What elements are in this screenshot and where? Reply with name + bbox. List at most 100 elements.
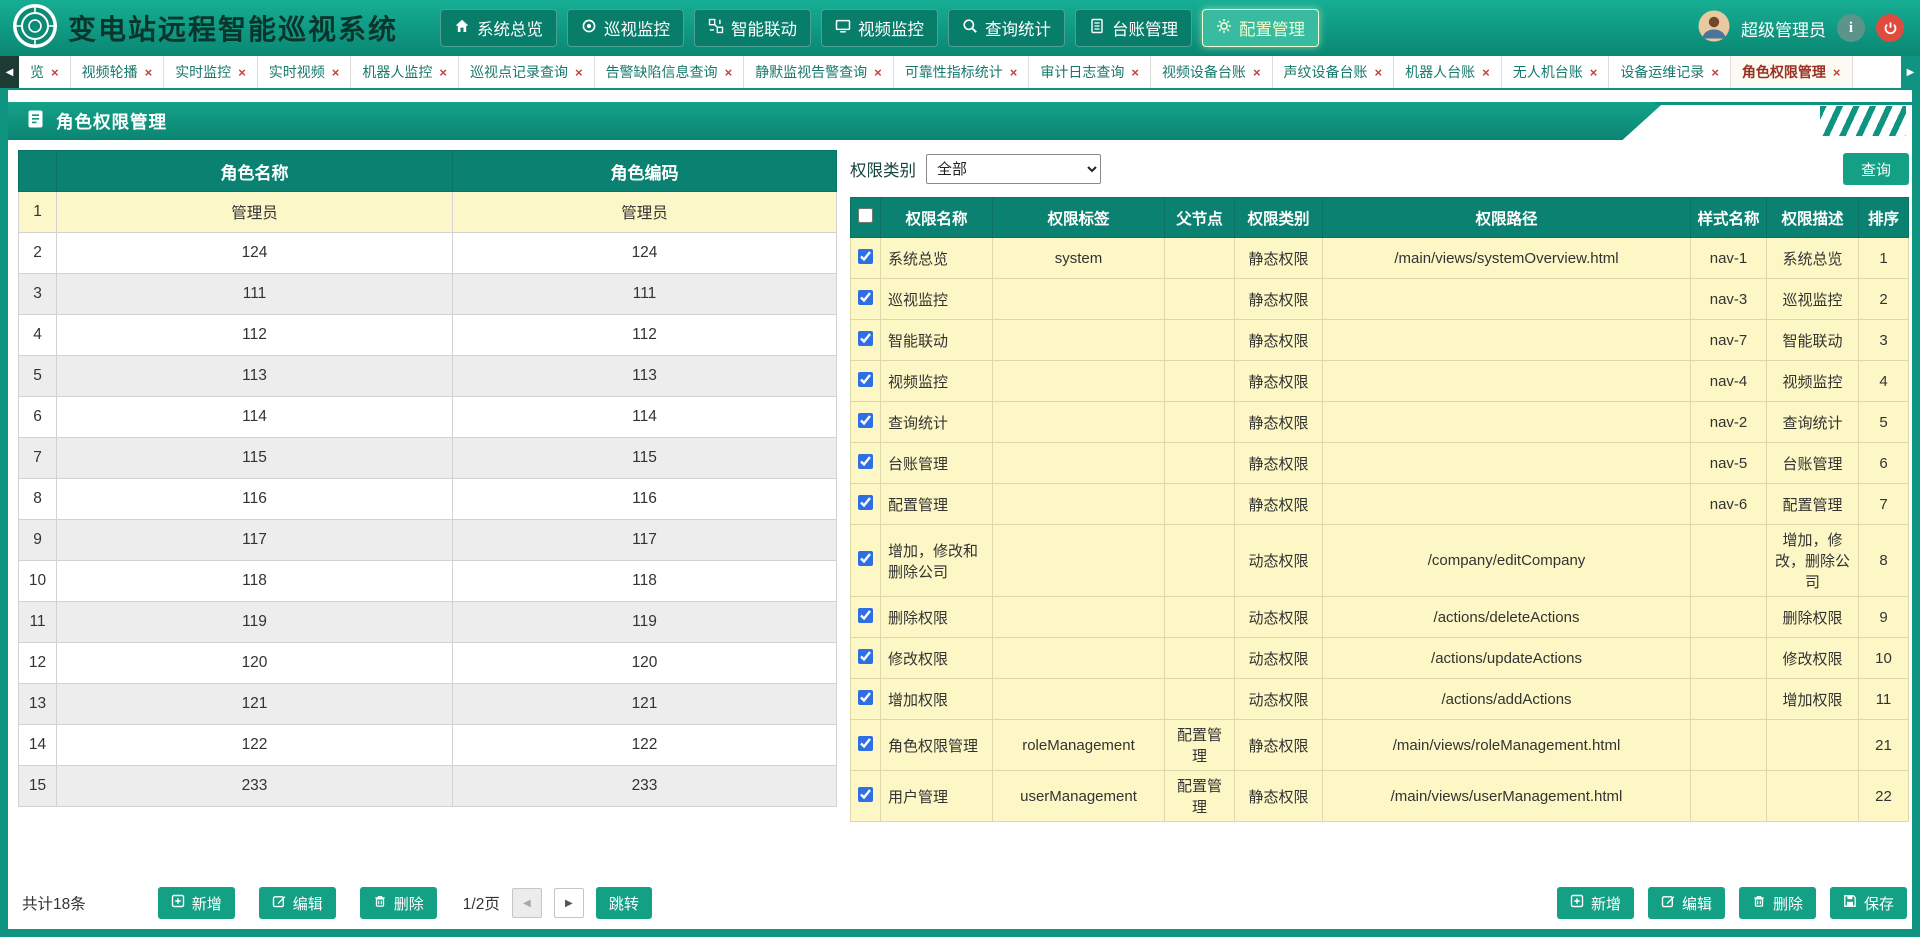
tab-item[interactable]: 告警缺陷信息查询×: [595, 56, 745, 88]
role-row[interactable]: 12120120: [19, 643, 837, 684]
perm-delete-button[interactable]: 删除: [1739, 887, 1816, 919]
permission-row[interactable]: 巡视监控静态权限nav-3巡视监控2: [851, 279, 1909, 320]
role-row[interactable]: 15233233: [19, 766, 837, 807]
tab-scroll-right-button[interactable]: ▶: [1901, 56, 1920, 88]
tab-scroll-left-button[interactable]: ◀: [0, 56, 19, 88]
tab-item[interactable]: 巡视点记录查询×: [459, 56, 595, 88]
tab-close-icon[interactable]: ×: [1010, 65, 1018, 80]
tab-item[interactable]: 览×: [19, 56, 71, 88]
nav-query-stats[interactable]: 查询统计: [948, 9, 1065, 47]
tab-item[interactable]: 设备运维记录×: [1609, 56, 1731, 88]
tab-close-icon[interactable]: ×: [1590, 65, 1598, 80]
row-checkbox[interactable]: [858, 372, 873, 387]
tab-close-icon[interactable]: ×: [725, 65, 733, 80]
tab-item[interactable]: 机器人监控×: [351, 56, 459, 88]
perm-edit-button[interactable]: 编辑: [1648, 887, 1725, 919]
tab-item[interactable]: 声纹设备台账×: [1273, 56, 1395, 88]
row-checkbox[interactable]: [858, 290, 873, 305]
tab-close-icon[interactable]: ×: [1482, 65, 1490, 80]
tab-item[interactable]: 机器人台账×: [1394, 56, 1502, 88]
permission-row[interactable]: 增加权限动态权限/actions/addActions增加权限11: [851, 679, 1909, 720]
permission-row[interactable]: 查询统计静态权限nav-2查询统计5: [851, 402, 1909, 443]
row-checkbox[interactable]: [858, 649, 873, 664]
tab-close-icon[interactable]: ×: [51, 65, 59, 80]
row-checkbox[interactable]: [858, 454, 873, 469]
nav-smart-link[interactable]: 智能联动: [694, 9, 811, 47]
nav-inspection-monitor[interactable]: 巡视监控: [567, 9, 684, 47]
permission-row[interactable]: 配置管理静态权限nav-6配置管理7: [851, 484, 1909, 525]
next-page-button[interactable]: ▶: [554, 888, 584, 918]
role-row[interactable]: 9117117: [19, 520, 837, 561]
tab-item[interactable]: 静默监视告警查询×: [744, 56, 894, 88]
nav-ledger[interactable]: 台账管理: [1075, 9, 1192, 47]
perm-add-button[interactable]: 新增: [1557, 887, 1634, 919]
tab-close-icon[interactable]: ×: [1375, 65, 1383, 80]
tab-item[interactable]: 可靠性指标统计×: [894, 56, 1030, 88]
role-row[interactable]: 8116116: [19, 479, 837, 520]
tab-close-icon[interactable]: ×: [238, 65, 246, 80]
jump-page-button[interactable]: 跳转: [596, 887, 652, 919]
tab-close-icon[interactable]: ×: [332, 65, 340, 80]
permission-row[interactable]: 台账管理静态权限nav-5台账管理6: [851, 443, 1909, 484]
role-row[interactable]: 11119119: [19, 602, 837, 643]
tab-close-icon[interactable]: ×: [1131, 65, 1139, 80]
role-edit-button[interactable]: 编辑: [259, 887, 336, 919]
perm-cell-style: [1691, 638, 1767, 679]
row-checkbox[interactable]: [858, 331, 873, 346]
tab-item[interactable]: 视频设备台账×: [1151, 56, 1273, 88]
role-row[interactable]: 4112112: [19, 315, 837, 356]
permission-row[interactable]: 用户管理userManagement配置管理静态权限/main/views/us…: [851, 771, 1909, 822]
role-row[interactable]: 5113113: [19, 356, 837, 397]
tab-item[interactable]: 视频轮播×: [71, 56, 165, 88]
select-all-checkbox[interactable]: [858, 208, 873, 223]
row-checkbox[interactable]: [858, 787, 873, 802]
row-checkbox[interactable]: [858, 249, 873, 264]
permission-row[interactable]: 角色权限管理roleManagement配置管理静态权限/main/views/…: [851, 720, 1909, 771]
tab-close-icon[interactable]: ×: [1253, 65, 1261, 80]
tab-close-icon[interactable]: ×: [439, 65, 447, 80]
permission-row[interactable]: 系统总览system静态权限/main/views/systemOverview…: [851, 238, 1909, 279]
tab-item[interactable]: 角色权限管理×: [1731, 56, 1853, 88]
row-checkbox[interactable]: [858, 495, 873, 510]
row-checkbox[interactable]: [858, 736, 873, 751]
info-icon[interactable]: i: [1837, 14, 1865, 42]
tab-close-icon[interactable]: ×: [145, 65, 153, 80]
tab-close-icon[interactable]: ×: [1711, 65, 1719, 80]
tab-item[interactable]: 实时监控×: [164, 56, 258, 88]
prev-page-button[interactable]: ◀: [512, 888, 542, 918]
tab-close-icon[interactable]: ×: [874, 65, 882, 80]
perm-save-button[interactable]: 保存: [1830, 887, 1907, 919]
row-checkbox[interactable]: [858, 608, 873, 623]
tab-item[interactable]: 无人机台账×: [1502, 56, 1610, 88]
permission-row[interactable]: 增加，修改和删除公司动态权限/company/editCompany增加，修改，…: [851, 525, 1909, 597]
role-row[interactable]: 13121121: [19, 684, 837, 725]
row-checkbox[interactable]: [858, 413, 873, 428]
role-row[interactable]: 3111111: [19, 274, 837, 315]
row-checkbox[interactable]: [858, 690, 873, 705]
role-row[interactable]: 14122122: [19, 725, 837, 766]
tab-close-icon[interactable]: ×: [1833, 65, 1841, 80]
permission-type-select[interactable]: 全部: [926, 154, 1101, 184]
permission-row[interactable]: 删除权限动态权限/actions/deleteActions删除权限9: [851, 597, 1909, 638]
nav-config-management[interactable]: 配置管理: [1202, 9, 1319, 47]
role-row[interactable]: 10118118: [19, 561, 837, 602]
role-row[interactable]: 6114114: [19, 397, 837, 438]
query-button[interactable]: 查询: [1843, 153, 1909, 185]
tab-item[interactable]: 实时视频×: [258, 56, 352, 88]
permission-row[interactable]: 视频监控静态权限nav-4视频监控4: [851, 361, 1909, 402]
permission-row[interactable]: 智能联动静态权限nav-7智能联动3: [851, 320, 1909, 361]
role-delete-button[interactable]: 删除: [360, 887, 437, 919]
nav-system-overview[interactable]: 系统总览: [440, 9, 557, 47]
nav-video-monitor[interactable]: 视频监控: [821, 9, 938, 47]
role-row[interactable]: 7115115: [19, 438, 837, 479]
tab-close-icon[interactable]: ×: [575, 65, 583, 80]
role-row[interactable]: 1管理员管理员: [19, 192, 837, 233]
user-area: 超级管理员 i: [1698, 10, 1904, 47]
avatar[interactable]: [1698, 10, 1730, 47]
permission-row[interactable]: 修改权限动态权限/actions/updateActions修改权限10: [851, 638, 1909, 679]
power-icon[interactable]: [1876, 14, 1904, 42]
role-row[interactable]: 2124124: [19, 233, 837, 274]
tab-item[interactable]: 审计日志查询×: [1029, 56, 1151, 88]
row-checkbox[interactable]: [858, 551, 873, 566]
role-add-button[interactable]: 新增: [158, 887, 235, 919]
